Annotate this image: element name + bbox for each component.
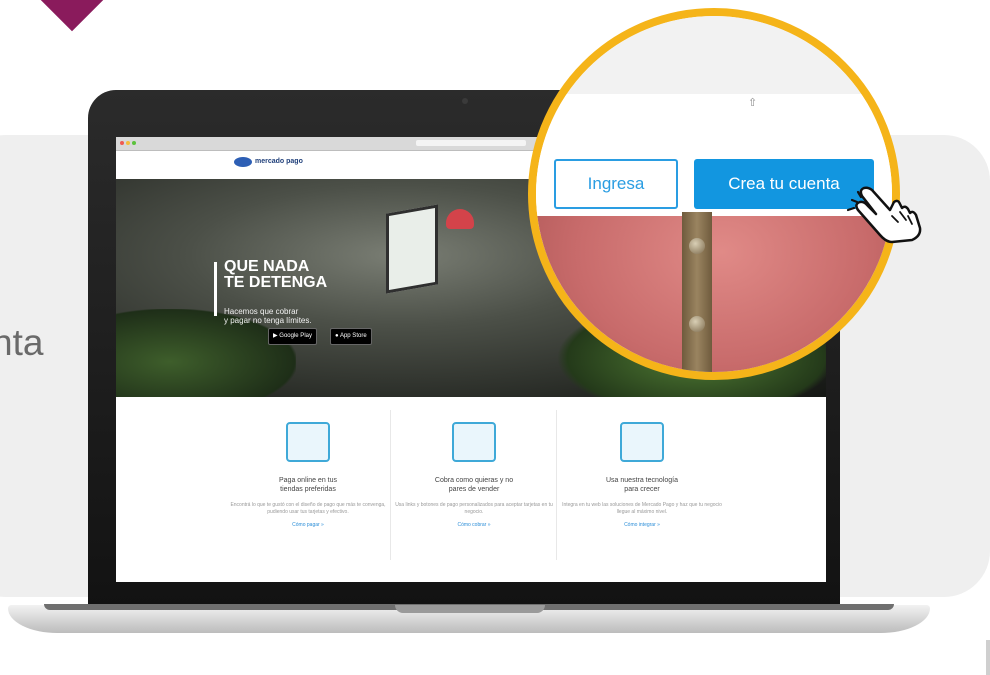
feature-title: Cobra como quieras y no pares de vender (394, 476, 554, 494)
site-logo[interactable]: mercado pago (234, 157, 303, 167)
feature-link[interactable]: Cómo pagar » (228, 522, 388, 528)
feature-title-line1: Usa nuestra tecnología (606, 477, 678, 484)
side-caption-line2: nta (0, 322, 44, 363)
feature-description: Encontrá lo que te gustó con el diseño d… (230, 502, 386, 515)
close-dot-icon[interactable] (120, 141, 124, 145)
google-play-label: Google Play (279, 333, 312, 339)
feature-link[interactable]: Cómo cobrar » (394, 522, 554, 528)
hero-subtitle-line1: Hacemos que cobrar (224, 307, 299, 316)
feature-title: Usa nuestra tecnología para crecer (562, 476, 722, 494)
feature-title-line2: tiendas preferidas (280, 486, 336, 493)
feature-title-line2: para crecer (624, 486, 660, 493)
hero-title: QUE NADA TE DETENGA (224, 259, 327, 291)
app-store-button[interactable]: ● App Store (330, 328, 372, 345)
feature-collect: Cobra como quieras y no pares de vender … (394, 422, 554, 528)
hero-title-line2: TE DETENGA (224, 274, 328, 291)
decorative-diamond (26, 0, 118, 32)
feature-title: Paga online en tus tiendas preferidas (228, 476, 388, 494)
decorative-bar (986, 640, 990, 675)
rivet (689, 316, 705, 332)
feature-title-line1: Cobra como quieras y no (434, 477, 514, 484)
side-caption-line1: : (0, 283, 43, 323)
feature-title-line1: Paga online en tus (279, 477, 337, 484)
feature-description: Integra en tu web las soluciones de Merc… (562, 502, 722, 515)
handshake-logo-icon (234, 157, 252, 167)
hero-subtitle-line2: y pagar no tenga límites. (224, 316, 312, 325)
hero-subtitle: Hacemos que cobrar y pagar no tenga lími… (224, 307, 312, 325)
play-icon: ▶ (273, 333, 278, 339)
address-bar[interactable] (416, 140, 526, 146)
hero-lamp (446, 209, 474, 229)
app-store-label: App Store (339, 333, 367, 339)
feature-divider (390, 410, 391, 560)
camera-icon (462, 98, 468, 104)
feature-divider (556, 410, 557, 560)
zoomed-address-bar[interactable] (536, 94, 892, 122)
feature-link[interactable]: Cómo integrar » (562, 522, 722, 528)
shopping-bag-icon (286, 422, 330, 462)
feature-technology: Usa nuestra tecnología para crecer Integ… (562, 422, 722, 528)
hero-title-line1: QUE NADA (224, 258, 310, 275)
feature-title-line2: pares de vender (448, 486, 500, 493)
side-caption: : nta (0, 283, 43, 363)
laptop-notch (395, 605, 545, 613)
rivet (689, 238, 705, 254)
maximize-dot-icon[interactable] (132, 141, 136, 145)
hand-pointer-icon (846, 186, 922, 244)
cart-icon (620, 422, 664, 462)
hero-accent-stripe (214, 262, 217, 316)
ingresa-button[interactable]: Ingresa (554, 159, 678, 209)
feature-description: Usa links y botones de pago personalizad… (395, 502, 553, 515)
hero-monitor (386, 204, 438, 294)
share-icon[interactable]: ⇧ (748, 98, 757, 109)
apple-icon: ● (335, 333, 339, 339)
google-play-button[interactable]: ▶ Google Play (268, 328, 317, 345)
minimize-dot-icon[interactable] (126, 141, 130, 145)
logo-text: mercado pago (255, 158, 303, 165)
feature-pay-online: Paga online en tus tiendas preferidas En… (228, 422, 388, 528)
payment-link-icon (452, 422, 496, 462)
